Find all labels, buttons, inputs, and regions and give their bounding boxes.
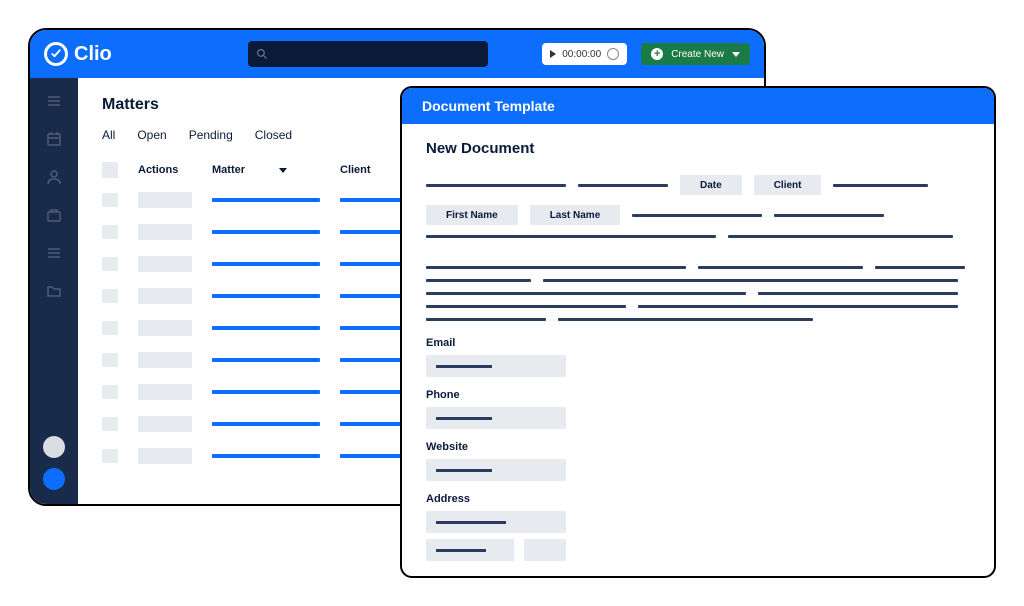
search-icon: [256, 48, 268, 60]
row-matter-link[interactable]: [212, 262, 320, 266]
row-matter-link[interactable]: [212, 230, 320, 234]
tab-pending[interactable]: Pending: [189, 128, 233, 142]
clock-icon: [607, 48, 619, 60]
text-segment: [543, 279, 958, 282]
row-checkbox[interactable]: [102, 257, 118, 271]
check-circle-icon: [44, 42, 68, 66]
sidebar: [30, 78, 78, 504]
status-dot-grey[interactable]: [43, 436, 65, 458]
row-action[interactable]: [138, 192, 192, 208]
sort-caret-icon: [279, 168, 287, 173]
text-segment: [758, 292, 958, 295]
modal-subtitle: New Document: [426, 140, 970, 157]
field-last-name[interactable]: Last Name: [530, 205, 621, 225]
row-checkbox[interactable]: [102, 417, 118, 431]
text-segment: [774, 214, 884, 217]
text-segment: [558, 318, 813, 321]
status-dot-blue[interactable]: [43, 468, 65, 490]
row-action[interactable]: [138, 224, 192, 240]
brand-name: Clio: [74, 43, 112, 66]
text-segment: [875, 266, 965, 269]
label-website: Website: [426, 441, 970, 453]
plus-icon: +: [651, 48, 663, 60]
text-segment: [426, 184, 566, 187]
create-new-label: Create New: [671, 49, 724, 60]
col-matter[interactable]: Matter: [212, 164, 320, 176]
menu-icon[interactable]: [45, 92, 63, 110]
timer-value: 00:00:00: [562, 49, 601, 60]
tab-closed[interactable]: Closed: [255, 128, 292, 142]
row-checkbox[interactable]: [102, 449, 118, 463]
field-first-name[interactable]: First Name: [426, 205, 518, 225]
input-address-city[interactable]: [426, 539, 514, 561]
row-checkbox[interactable]: [102, 321, 118, 335]
text-segment: [426, 318, 546, 321]
text-segment: [426, 266, 686, 269]
play-icon: [550, 50, 556, 58]
row-action[interactable]: [138, 448, 192, 464]
document-template-modal: Document Template New Document Date Clie…: [400, 86, 996, 578]
create-new-button[interactable]: + Create New: [641, 43, 750, 65]
modal-title: Document Template: [422, 98, 555, 114]
row-matter-link[interactable]: [212, 390, 320, 394]
briefcase-icon[interactable]: [45, 206, 63, 224]
text-segment: [638, 305, 958, 308]
col-actions: Actions: [138, 164, 192, 176]
search-input[interactable]: [248, 41, 488, 67]
row-matter-link[interactable]: [212, 198, 320, 202]
app-header: Clio 00:00:00 + Create New: [30, 30, 764, 78]
document-preview: Date Client First Name Last Name: [426, 175, 970, 321]
field-date[interactable]: Date: [680, 175, 742, 195]
text-segment: [578, 184, 668, 187]
input-email[interactable]: [426, 355, 566, 377]
row-action[interactable]: [138, 288, 192, 304]
row-checkbox[interactable]: [102, 193, 118, 207]
folder-icon[interactable]: [45, 282, 63, 300]
calendar-icon[interactable]: [45, 130, 63, 148]
text-segment: [426, 235, 716, 238]
row-matter-link[interactable]: [212, 294, 320, 298]
text-segment: [833, 184, 928, 187]
chevron-down-icon: [732, 52, 740, 57]
label-address: Address: [426, 493, 970, 505]
row-checkbox[interactable]: [102, 289, 118, 303]
field-client[interactable]: Client: [754, 175, 822, 195]
input-address-line1[interactable]: [426, 511, 566, 533]
text-segment: [426, 305, 626, 308]
row-action[interactable]: [138, 352, 192, 368]
text-segment: [426, 292, 746, 295]
text-segment: [728, 235, 953, 238]
input-website[interactable]: [426, 459, 566, 481]
input-phone[interactable]: [426, 407, 566, 429]
brand-logo[interactable]: Clio: [44, 42, 112, 66]
person-icon[interactable]: [45, 168, 63, 186]
row-checkbox[interactable]: [102, 225, 118, 239]
input-address-state[interactable]: [524, 539, 566, 561]
row-checkbox[interactable]: [102, 385, 118, 399]
modal-header: Document Template: [402, 88, 994, 124]
row-matter-link[interactable]: [212, 326, 320, 330]
tab-open[interactable]: Open: [137, 128, 166, 142]
row-action[interactable]: [138, 320, 192, 336]
row-action[interactable]: [138, 384, 192, 400]
row-matter-link[interactable]: [212, 454, 320, 458]
text-segment: [426, 279, 531, 282]
row-matter-link[interactable]: [212, 422, 320, 426]
label-phone: Phone: [426, 389, 970, 401]
timer-widget[interactable]: 00:00:00: [542, 43, 627, 65]
list-icon[interactable]: [45, 244, 63, 262]
text-segment: [632, 214, 762, 217]
row-action[interactable]: [138, 256, 192, 272]
select-all-checkbox[interactable]: [102, 162, 118, 178]
row-matter-link[interactable]: [212, 358, 320, 362]
label-email: Email: [426, 337, 970, 349]
tab-all[interactable]: All: [102, 128, 115, 142]
text-segment: [698, 266, 863, 269]
row-action[interactable]: [138, 416, 192, 432]
row-checkbox[interactable]: [102, 353, 118, 367]
